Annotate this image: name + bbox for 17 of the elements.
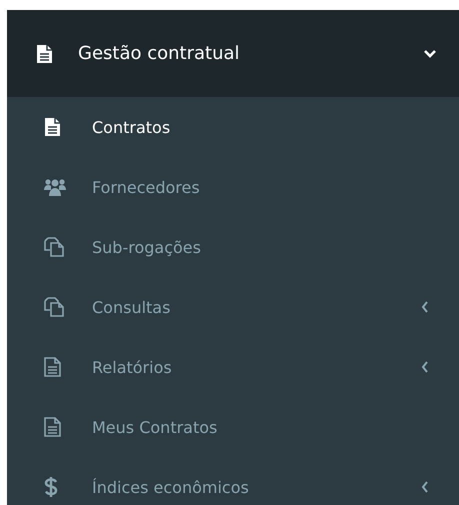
document-icon xyxy=(44,357,61,377)
menu-item[interactable]: Sub-rogações xyxy=(7,217,459,277)
menu-title: Gestão contratual xyxy=(78,43,241,64)
dollar-icon xyxy=(44,476,58,498)
document-icon xyxy=(44,117,61,137)
copy-icon xyxy=(44,237,64,257)
users-icon xyxy=(44,178,66,196)
menu-item[interactable]: Consultas xyxy=(7,277,459,337)
menu-item[interactable]: Fornecedores xyxy=(7,157,459,217)
menu-header[interactable]: Gestão contratual xyxy=(7,10,459,97)
copy-icon xyxy=(44,297,64,317)
menu-item[interactable]: Contratos xyxy=(7,97,459,157)
menu-item[interactable]: Relatórios xyxy=(7,337,459,397)
document-icon xyxy=(36,44,53,64)
menu-item[interactable]: Índices econômicos xyxy=(7,457,459,505)
document-icon xyxy=(44,417,61,437)
menu-item[interactable]: Meus Contratos xyxy=(7,397,459,457)
